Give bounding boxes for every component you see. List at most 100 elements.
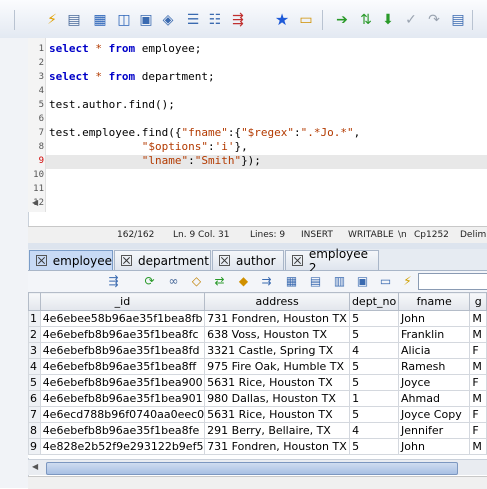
magic-wand-icon[interactable]: ⚡ (400, 274, 415, 289)
column-header[interactable]: g (469, 292, 487, 311)
table-cell[interactable]: John (398, 438, 471, 455)
table-cell[interactable]: 4e6ecd788b96f0740aa0eec0 (39, 406, 206, 423)
table-cell[interactable]: 5631 Rice, Houston TX (204, 374, 351, 391)
table-cell[interactable]: Alicia (398, 342, 471, 359)
table-row[interactable]: 9 4e828e2b52f9e293122b9ef5 731 Fondren, Ho… (28, 438, 487, 455)
format-icon[interactable]: ⇶ (106, 274, 121, 289)
table-cell[interactable]: 4e6ebefb8b96ae35f1bea900 (39, 374, 206, 391)
table-cell[interactable]: 731 Fondren, Houston TX (204, 310, 351, 327)
table-cell[interactable]: M (469, 438, 487, 455)
table-row[interactable]: 2 4e6ebefb8b96ae35f1bea8fc 638 Voss, Houst… (28, 326, 487, 343)
table-cell[interactable]: 5631 Rice, Houston TX (204, 406, 351, 423)
table-cell[interactable]: 4e828e2b52f9e293122b9ef5 (39, 438, 206, 455)
table-cell[interactable]: 5 (349, 358, 400, 375)
table-cell[interactable]: 4e6ebefb8b96ae35f1bea8fd (39, 342, 206, 359)
down-arrow-icon[interactable]: ⬇ (380, 12, 396, 28)
table-cell[interactable]: Ahmad (398, 390, 471, 407)
table-cell[interactable]: 291 Berry, Bellaire, TX (204, 422, 351, 439)
column-header[interactable]: fname (398, 292, 471, 311)
table-row[interactable]: 3 4e6ebefb8b96ae35f1bea8fd 3321 Castle, Sp… (28, 342, 487, 359)
row-number-cell[interactable]: 8 (28, 422, 41, 439)
add-row-icon[interactable]: ⇄ (212, 274, 227, 289)
grid-icon[interactable]: ▤ (308, 274, 323, 289)
comment-icon[interactable]: ⇶ (230, 12, 246, 28)
scrollbar-thumb[interactable] (46, 462, 458, 475)
run-icon[interactable]: ⚡ (44, 12, 60, 28)
export-icon[interactable]: ⇉ (259, 274, 274, 289)
resize-grip[interactable] (0, 238, 22, 248)
table-cell[interactable]: 4e6ebefb8b96ae35f1bea8fe (39, 422, 206, 439)
bookmark-nav-icon[interactable]: ▭ (298, 12, 314, 28)
row-number-cell[interactable]: 2 (28, 326, 41, 343)
table-cell[interactable]: 731 Fondren, Houston TX (204, 438, 351, 455)
table-cell[interactable]: Joyce (398, 374, 471, 391)
table-cell[interactable]: 4e6ebefb8b96ae35f1bea8fc (39, 326, 206, 343)
highlight-icon[interactable]: ◆ (236, 274, 251, 289)
table-row[interactable]: 1 4e6ebee58b96ae35f1bea8fb 731 Fondren, Ho… (28, 310, 487, 327)
indent-icon[interactable]: ☰ (185, 12, 201, 28)
table-cell[interactable]: Jennifer (398, 422, 471, 439)
row-number-cell[interactable]: 9 (28, 438, 41, 455)
check-icon[interactable]: ✓ (403, 12, 419, 28)
row-number-cell[interactable]: 3 (28, 342, 41, 359)
row-number-cell[interactable]: 6 (28, 390, 41, 407)
outdent-icon[interactable]: ☷ (207, 12, 223, 28)
column-header[interactable]: _id (39, 292, 206, 311)
scroll-left-icon[interactable]: ◀ (32, 198, 38, 207)
table-cell[interactable]: F (469, 374, 487, 391)
table-cell[interactable]: 4 (349, 422, 400, 439)
table-cell[interactable]: 638 Voss, Houston TX (204, 326, 351, 343)
table-cell[interactable]: Joyce Copy (398, 406, 471, 423)
tab-department[interactable]: department (114, 250, 211, 270)
tab-author[interactable]: author (212, 250, 284, 270)
close-icon[interactable] (219, 255, 230, 266)
table-cell[interactable]: 5 (349, 326, 400, 343)
result-search-input[interactable] (418, 273, 487, 290)
window-icon[interactable]: ▤ (450, 12, 466, 28)
table-cell[interactable]: M (469, 310, 487, 327)
table-cell[interactable]: 4e6ebefb8b96ae35f1bea901 (39, 390, 206, 407)
table-cell[interactable]: 4e6ebee58b96ae35f1bea8fb (39, 310, 206, 327)
table-cell[interactable]: 975 Fire Oak, Humble TX (204, 358, 351, 375)
table-cell[interactable]: M (469, 358, 487, 375)
table-cell[interactable]: 3321 Castle, Spring TX (204, 342, 351, 359)
table-cell[interactable]: Franklin (398, 326, 471, 343)
close-icon[interactable] (292, 255, 303, 266)
tab-employee-2[interactable]: employee 2 (285, 247, 379, 275)
table-cell[interactable]: M (469, 326, 487, 343)
table-cell[interactable]: F (469, 406, 487, 423)
next-arrow-icon[interactable]: ➔ (334, 12, 350, 28)
table-row[interactable]: 7 4e6ecd788b96f0740aa0eec0 5631 Rice, Hous… (28, 406, 487, 423)
table-row[interactable]: 5 4e6ebefb8b96ae35f1bea900 5631 Rice, Hous… (28, 374, 487, 391)
table-cell[interactable]: M (469, 390, 487, 407)
bookmark-star-icon[interactable]: ★ (274, 12, 290, 28)
glasses-icon[interactable]: ∞ (166, 274, 181, 289)
row-number-cell[interactable]: 4 (28, 358, 41, 375)
form-view-icon[interactable]: ▭ (378, 274, 393, 289)
column-header[interactable]: address (204, 292, 351, 311)
text-view-icon[interactable]: ▥ (332, 274, 347, 289)
result-grid[interactable]: _id address dept_no fname g 1 4e6ebee58b9… (28, 292, 487, 458)
save-icon[interactable]: ▣ (138, 12, 154, 28)
undo-icon[interactable]: ◈ (160, 12, 176, 28)
redo-icon[interactable]: ↷ (426, 12, 442, 28)
swap-icon[interactable]: ⇅ (358, 12, 374, 28)
table-row[interactable]: 4 4e6ebefb8b96ae35f1bea8ff 975 Fire Oak, H… (28, 358, 487, 375)
copy-icon[interactable]: ▤ (66, 12, 82, 28)
table-cell[interactable]: F (469, 422, 487, 439)
copy-rows-icon[interactable]: ▣ (355, 274, 370, 289)
column-header[interactable]: dept_no (349, 292, 400, 311)
table-cell[interactable]: Ramesh (398, 358, 471, 375)
row-number-cell[interactable]: 5 (28, 374, 41, 391)
table-cell[interactable]: John (398, 310, 471, 327)
row-number-cell[interactable]: 1 (28, 310, 41, 327)
table-icon[interactable]: ▦ (284, 274, 299, 289)
table-cell[interactable]: 5 (349, 374, 400, 391)
table-cell[interactable]: 5 (349, 438, 400, 455)
table-row[interactable]: 6 4e6ebefb8b96ae35f1bea901 980 Dallas, Hou… (28, 390, 487, 407)
table-cell[interactable]: 1 (349, 390, 400, 407)
table-cell[interactable]: 5 (349, 406, 400, 423)
table-cell[interactable]: F (469, 342, 487, 359)
open-icon[interactable]: ◫ (116, 12, 132, 28)
filter-icon[interactable]: ◇ (189, 274, 204, 289)
